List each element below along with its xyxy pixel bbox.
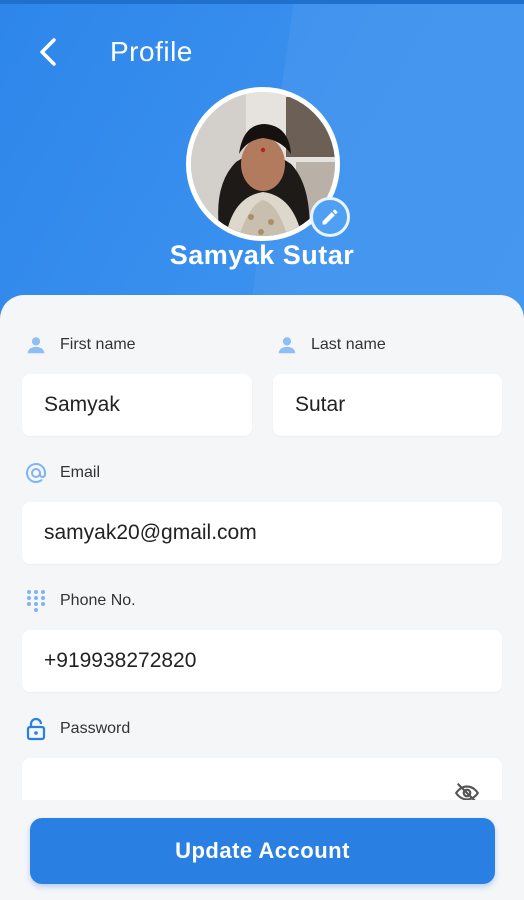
last-name-label: Last name (311, 336, 386, 353)
password-label-row: Password (24, 715, 130, 743)
edit-photo-button[interactable] (310, 197, 350, 237)
profile-header: Profile Samyak Sutar (0, 0, 524, 330)
user-display-name: Samyak Sutar (169, 240, 355, 270)
pencil-icon (322, 209, 338, 225)
avatar-container (186, 87, 350, 241)
email-input[interactable]: samyak20@gmail.com (22, 502, 502, 564)
back-button[interactable] (32, 30, 72, 74)
phone-label: Phone No. (60, 592, 136, 609)
lock-icon (24, 717, 48, 741)
first-name-label-row: First name (24, 331, 136, 359)
password-label: Password (60, 720, 131, 737)
last-name-label-row: Last name (275, 331, 386, 359)
last-name-input[interactable]: Sutar (273, 374, 502, 436)
update-account-button[interactable]: Update Account (30, 818, 495, 884)
phone-input[interactable]: +919938272820 (22, 630, 502, 692)
back-arrow-icon (40, 38, 56, 66)
dialpad-icon (24, 589, 48, 613)
person-icon (24, 333, 48, 357)
at-icon (24, 461, 48, 485)
person-icon (275, 333, 299, 357)
phone-label-row: Phone No. (24, 587, 136, 615)
first-name-input[interactable]: Samyak (22, 374, 252, 436)
first-name-label: First name (60, 336, 136, 353)
email-label: Email (60, 464, 101, 481)
email-label-row: Email (24, 459, 100, 487)
status-bar (0, 0, 524, 4)
page-title: Profile (110, 36, 193, 67)
